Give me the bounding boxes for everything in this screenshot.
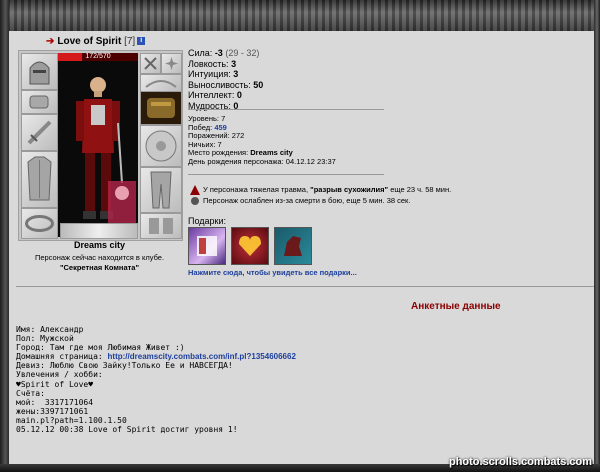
gift-book[interactable] <box>188 227 226 265</box>
ring-slot-2[interactable] <box>161 53 182 74</box>
character-name[interactable]: Love of Spirit <box>57 36 121 47</box>
armor-slot[interactable] <box>21 151 58 208</box>
gift-horse[interactable] <box>274 227 312 265</box>
profile-line: жены:3397171061 <box>16 406 89 416</box>
arrow-icon: ➔ <box>46 36 55 47</box>
details-block: Уровень: 7 Побед: 459 Поражений: 272 Нич… <box>188 114 336 167</box>
gifts-label: Подарки: <box>188 216 227 226</box>
profile-line: 05.12.12 00:38 Love of Spirit достиг уро… <box>16 425 238 435</box>
profile-line: Город: Там где моя Любимая Живет :) <box>16 343 185 353</box>
all-gifts-link[interactable]: Нажмите сюда, чтобы увидеть все подарки.… <box>188 268 357 277</box>
detail-birthday: День рождения персонажа: 04.12.12 23:37 <box>188 156 336 166</box>
stats-block: Сила: -3 (29 - 32) Ловкость: 3 Интуиция:… <box>188 48 263 111</box>
section-divider <box>16 286 594 287</box>
stat-strength: Сила: -3 (29 - 32) <box>188 48 260 58</box>
belt-slot[interactable] <box>21 208 58 239</box>
hp-text: 172/570 <box>85 53 111 60</box>
boots-slot[interactable] <box>140 213 182 239</box>
weapon-slot[interactable] <box>21 114 58 151</box>
profile-line: main.pl?path=1.100.1.50 <box>16 415 127 425</box>
stat-intellect: Интеллект: 0 <box>188 90 242 100</box>
profile-text: Имя: Александр Пол: Мужской Город: Там где… <box>16 325 296 434</box>
details-divider <box>188 174 384 175</box>
gloves-slot[interactable] <box>140 91 182 125</box>
ring-slot-1[interactable] <box>140 53 161 74</box>
homepage-line: Домашняя страница: http://dreamscity.com… <box>16 352 296 362</box>
profile-line: Пол: Мужской <box>16 334 74 344</box>
effects-block: У персонажа тяжелая травма, "разрыв сухо… <box>190 185 451 206</box>
stats-divider <box>188 109 384 110</box>
profile-line: Счёта: <box>16 388 45 398</box>
character-title: ➔ Love of Spirit [7] i <box>46 36 146 47</box>
helmet-slot[interactable] <box>21 53 58 90</box>
trauma-row: У персонажа тяжелая травма, "разрыв сухо… <box>190 185 451 196</box>
city-name: Dreams city <box>73 240 126 250</box>
trauma-icon <box>190 185 200 196</box>
left-frame <box>0 0 9 472</box>
club-note: Персонаж сейчас находится в клубе. <box>34 253 165 262</box>
stat-intuition: Интуиция: 3 <box>188 69 239 79</box>
bracer-slot[interactable] <box>21 90 58 114</box>
weak-row: Персонаж ослаблен из-за смерти в бою, ещ… <box>190 196 451 207</box>
profile-line: ♥Spirit of Love♥ <box>16 379 94 389</box>
club-room: "Секретная Комната" <box>59 263 140 272</box>
gift-heart[interactable] <box>231 227 269 265</box>
watermark: photo.scrolls.combats.com <box>448 456 592 468</box>
character-level: [7] <box>124 36 136 47</box>
homepage-link[interactable]: http://dreamscity.combats.com/inf.pl?135… <box>108 352 296 361</box>
shield-slot[interactable] <box>140 125 182 167</box>
hp-bar: 172/570 <box>58 53 138 61</box>
stat-endurance: Выносливость: 50 <box>188 79 264 90</box>
top-frame <box>0 0 600 31</box>
profile-title: Анкетные данные <box>411 301 501 312</box>
emblem-slot <box>60 223 138 239</box>
info-icon[interactable]: i <box>137 37 146 46</box>
profile-line: Имя: Александр <box>16 325 84 334</box>
right-frame <box>594 0 600 472</box>
weak-icon <box>191 196 199 205</box>
earring-slot[interactable] <box>140 74 182 92</box>
leggings-slot[interactable] <box>140 167 182 213</box>
stat-agility: Ловкость: 3 <box>188 58 237 69</box>
profile-line: Увлечения / хобби: <box>16 370 103 380</box>
character-portrait <box>58 53 138 237</box>
equipment-panel: 172/570 <box>18 50 183 241</box>
profile-line: мой: 3317171064 <box>16 397 94 407</box>
